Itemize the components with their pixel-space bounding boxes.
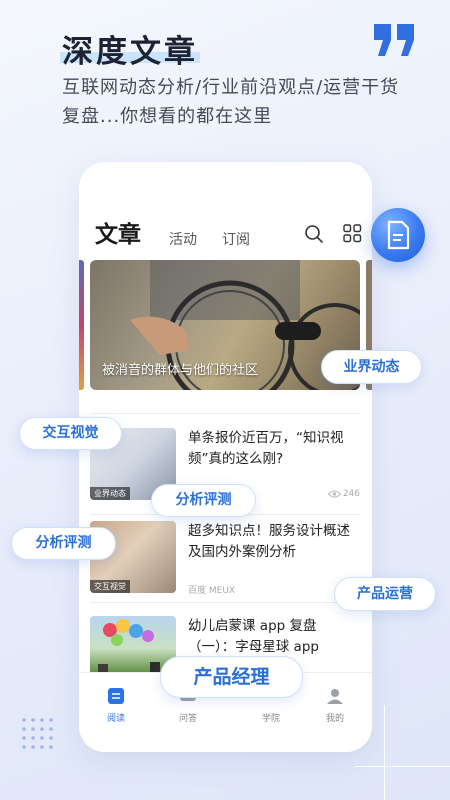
decorative-line xyxy=(384,705,385,800)
banner-prev-peek[interactable] xyxy=(79,260,84,390)
divider xyxy=(90,602,360,603)
tag-product-manager[interactable]: 产品经理 xyxy=(160,656,303,698)
divider xyxy=(90,413,360,414)
quote-icon xyxy=(374,24,414,56)
article-tag: 业界动态 xyxy=(90,487,130,500)
view-count-value: 246 xyxy=(342,489,360,499)
article-title: 超多知识点！服务设计概述及国内外案例分析 xyxy=(188,523,350,560)
tabbar-label: 阅读 xyxy=(106,714,125,724)
tab-subscribe[interactable]: 订阅 xyxy=(222,229,250,249)
document-icon xyxy=(387,220,410,250)
tag-analysis-review-alt[interactable]: 分析评测 xyxy=(11,527,116,560)
view-count: 246 xyxy=(327,489,360,499)
featured-banner[interactable]: 被消音的群体与他们的社区 xyxy=(90,260,360,390)
dot-grid-decoration xyxy=(22,718,53,749)
tag-industry-news[interactable]: 业界动态 xyxy=(321,350,422,384)
profile-icon xyxy=(327,689,343,704)
tabbar-label: 学院 xyxy=(261,714,280,724)
eye-icon xyxy=(327,490,342,497)
tag-analysis-review[interactable]: 分析评测 xyxy=(151,484,256,517)
page-subtitle: 互联网动态分析/行业前沿观点/运营干货复盘...你想看的都在这里 xyxy=(62,77,400,127)
read-icon xyxy=(108,688,124,704)
tabbar-label: 问答 xyxy=(178,714,197,724)
document-badge xyxy=(371,208,425,262)
tabbar-item-read[interactable]: 阅读 xyxy=(96,687,136,724)
banner-caption: 被消音的群体与他们的社区 xyxy=(102,363,259,378)
page-title: 深度文章 xyxy=(62,34,198,70)
tabbar-label: 我的 xyxy=(325,714,344,724)
tag-product-operations[interactable]: 产品运营 xyxy=(334,577,436,611)
decorative-line xyxy=(355,766,450,767)
list-item[interactable]: 交互视觉 超多知识点！服务设计概述及国内外案例分析 百度 MEUX xyxy=(90,521,360,607)
article-title: 单条报价近百万，“知识视频”真的这么刚? xyxy=(188,430,344,467)
tab-activity[interactable]: 活动 xyxy=(169,229,197,249)
tabbar-item-profile[interactable]: 我的 xyxy=(315,687,355,724)
article-source: 百度 MEUX xyxy=(188,586,236,596)
app-title: 文章 xyxy=(95,222,141,248)
article-tag: 交互视觉 xyxy=(90,580,130,593)
article-title: 幼儿启蒙课 app 复盘（一）：字母星球 app xyxy=(188,618,319,655)
tag-interaction-visual[interactable]: 交互视觉 xyxy=(19,417,122,450)
app-header: 文章 活动 订阅 xyxy=(79,162,372,258)
grid-icon[interactable] xyxy=(343,224,362,243)
search-icon[interactable] xyxy=(304,224,324,244)
